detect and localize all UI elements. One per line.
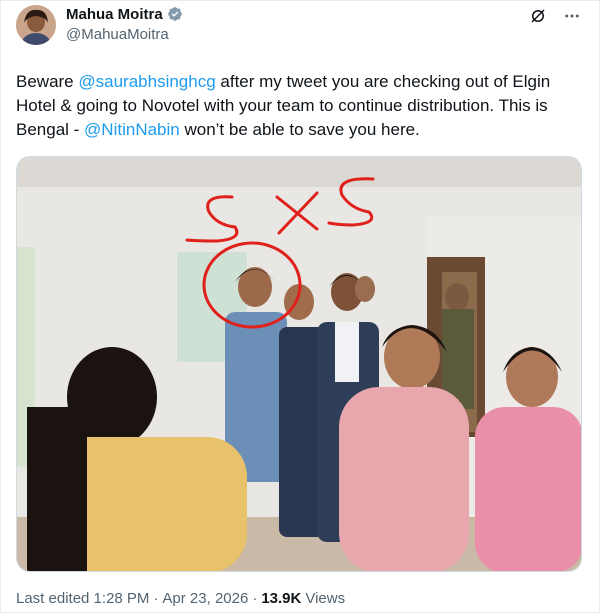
post-date[interactable]: Apr 23, 2026 bbox=[162, 590, 248, 607]
author-handle[interactable]: @MahuaMoitra bbox=[66, 26, 169, 43]
views-label: Views bbox=[305, 590, 346, 607]
grok-icon[interactable] bbox=[528, 6, 548, 26]
tweet-text-segment: won’t be able to save you here. bbox=[179, 120, 420, 139]
edited-timestamp[interactable]: Last edited 1:28 PM bbox=[16, 590, 149, 607]
tweet-meta: Last edited 1:28 PM · Apr 23, 2026 · 13.… bbox=[16, 590, 345, 607]
meta-separator: · bbox=[153, 590, 159, 607]
more-dots-icon[interactable] bbox=[562, 6, 582, 26]
profile-photo-icon bbox=[16, 5, 56, 45]
tweet-text: Beware @saurabhsinghcg after my tweet yo… bbox=[16, 70, 586, 142]
meta-separator: · bbox=[252, 590, 258, 607]
mention-link[interactable]: @NitinNabin bbox=[84, 120, 180, 139]
avatar[interactable] bbox=[16, 5, 56, 45]
tweet-media-photo[interactable] bbox=[16, 156, 582, 572]
views-count: 13.9K bbox=[261, 590, 302, 607]
tweet-text-segment: Beware bbox=[16, 72, 79, 91]
display-name[interactable]: Mahua Moitra bbox=[66, 6, 163, 23]
photo-scene bbox=[17, 157, 581, 571]
verified-badge-icon bbox=[167, 6, 183, 22]
mention-link[interactable]: @saurabhsinghcg bbox=[78, 72, 215, 91]
